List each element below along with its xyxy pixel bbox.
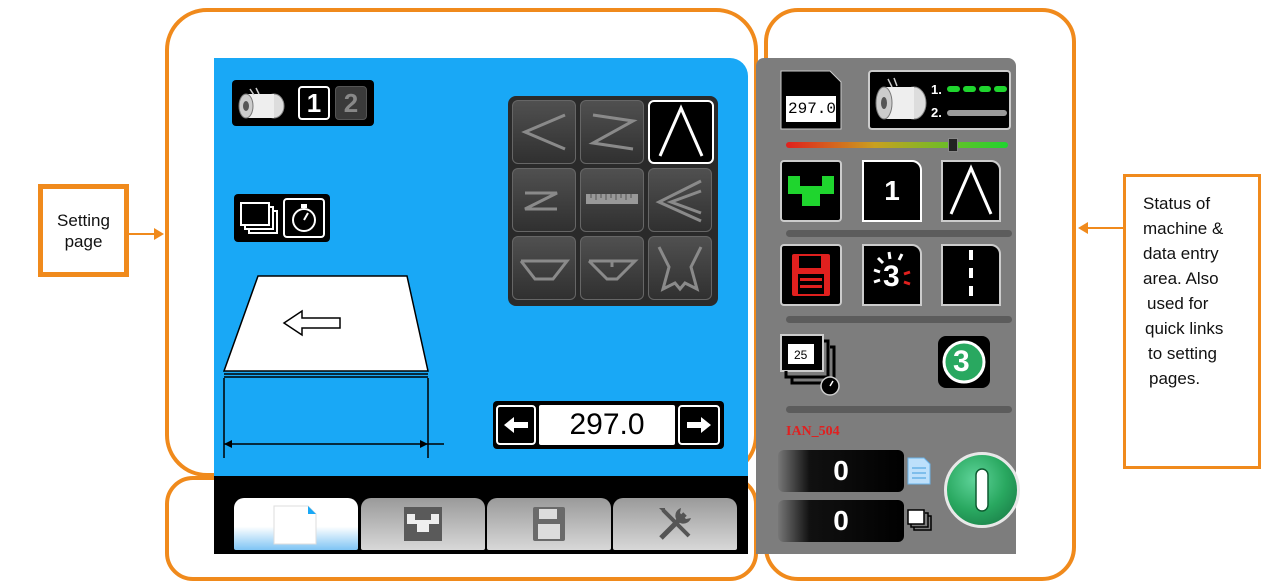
copy-timer-group (234, 194, 330, 242)
decrease-length-button[interactable] (496, 405, 536, 445)
callout-text: Setting (57, 210, 110, 230)
fold-type-z-icon[interactable] (580, 100, 644, 164)
fold-type-v-left-icon[interactable] (512, 100, 576, 164)
setting-page-screen: 1 2 297.0 (214, 58, 748, 476)
fold-type-special-icon[interactable] (648, 236, 712, 300)
callout-text: quick links (1145, 319, 1224, 338)
callout-text: to setting (1148, 344, 1217, 363)
status-panel: 297.0 1. 2. 1 3 25 3 IAN_504 0 0 (756, 58, 1020, 554)
copies-timer-icon (780, 334, 840, 396)
page-icon (906, 456, 932, 486)
fold-type-grid (508, 96, 718, 306)
document-length-value: 297.0 (788, 100, 837, 118)
fold-type-double-v-icon[interactable] (648, 168, 712, 232)
job-name: IAN_504 (786, 424, 840, 439)
callout-text: used for (1147, 294, 1209, 313)
callout-text: page (64, 231, 103, 251)
separator (786, 406, 1012, 413)
fold-type-lambda-icon (949, 164, 993, 215)
status-area-callout: Status of machine & data entry area. Als… (1123, 174, 1261, 469)
countdown-value: 3 (883, 260, 900, 293)
save-status-button[interactable] (780, 244, 842, 306)
paper-preview (214, 268, 504, 468)
floppy-disk-icon (533, 507, 565, 541)
program-number-button[interactable]: 1 (862, 160, 922, 222)
tools-icon (659, 508, 691, 540)
increase-length-button[interactable] (678, 405, 720, 445)
document-length-button[interactable]: 297.0 (780, 70, 842, 130)
page-icon (273, 505, 317, 545)
callout-arrow-line (1088, 227, 1123, 229)
paper-roll-icon (875, 77, 927, 120)
separator (786, 316, 1012, 323)
stopwatch-icon[interactable] (283, 198, 325, 238)
roll-1-label: 1. (931, 82, 942, 97)
roll-2-level-bar (947, 110, 1007, 116)
tab-tools[interactable] (613, 498, 737, 550)
setting-page-callout: Setting page (38, 184, 129, 277)
fold-type-status-button[interactable] (941, 160, 1001, 222)
roll-2-button[interactable]: 2 (335, 86, 367, 120)
callout-text: machine & (1143, 219, 1224, 238)
tray-status-button[interactable] (780, 160, 842, 222)
callout-text: area. Also (1143, 269, 1219, 288)
tab-bar (214, 476, 748, 554)
callout-arrow-line (129, 233, 155, 235)
countdown-button[interactable]: 3 (862, 244, 922, 306)
paper-roll-icon (236, 87, 286, 121)
copies-icon[interactable] (237, 199, 279, 237)
callout-text: Status of (1143, 194, 1211, 213)
perforation-button[interactable] (941, 244, 1001, 306)
callout-text: data entry (1143, 244, 1219, 263)
callout-arrow-head (154, 228, 164, 240)
fold-type-trapezoid-alt-icon[interactable] (580, 236, 644, 300)
floppy-disk-icon (792, 254, 830, 296)
tray-icon (788, 176, 834, 206)
ruler-icon[interactable] (580, 168, 644, 232)
arrow-right-icon (687, 417, 711, 433)
roll-2-label: 2. (931, 105, 942, 120)
badge-number: 3 (953, 345, 970, 378)
roll-1-button[interactable]: 1 (298, 86, 330, 120)
copies-icon (906, 506, 932, 536)
speed-slider-handle[interactable] (948, 138, 958, 152)
start-button[interactable] (944, 452, 1020, 528)
length-value-field[interactable]: 297.0 (539, 405, 675, 445)
arrow-left-icon (504, 417, 528, 433)
callout-text: pages. (1149, 369, 1201, 388)
roll-selector: 1 2 (232, 80, 374, 126)
timer-copies-button[interactable]: 25 (780, 334, 842, 396)
length-stepper: 297.0 (493, 401, 724, 449)
tray-icon (404, 507, 442, 541)
job-count-badge[interactable]: 3 (938, 336, 990, 388)
page-counter: 0 (778, 450, 904, 492)
tab-save[interactable] (487, 498, 611, 550)
timer-value: 25 (794, 348, 808, 362)
separator (786, 230, 1012, 237)
set-counter: 0 (778, 500, 904, 542)
fold-type-trapezoid-icon[interactable] (512, 236, 576, 300)
tab-tray[interactable] (361, 498, 485, 550)
feed-direction-arrow-icon (284, 311, 342, 336)
roll-status-button[interactable]: 1. 2. (868, 70, 1011, 130)
perforation-line-icon (969, 250, 973, 300)
power-icon (975, 468, 989, 512)
fold-type-z-small-icon[interactable] (512, 168, 576, 232)
tab-page[interactable] (234, 498, 358, 550)
callout-arrow-head (1078, 222, 1088, 234)
fold-type-lambda-icon[interactable] (648, 100, 714, 164)
speed-slider[interactable] (786, 142, 1008, 148)
roll-1-level-bar (947, 86, 1007, 92)
